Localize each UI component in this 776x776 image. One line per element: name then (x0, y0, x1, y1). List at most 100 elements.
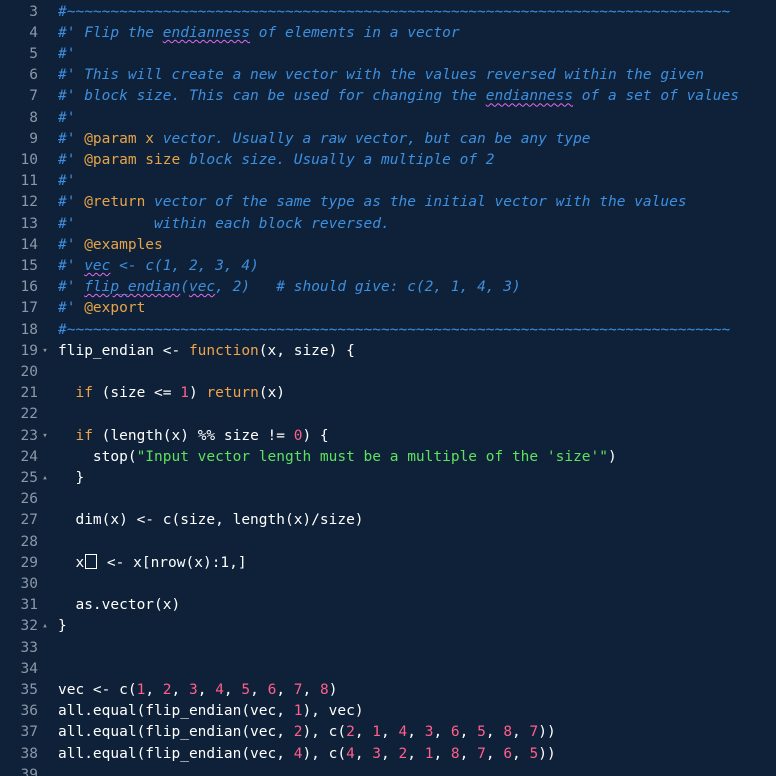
code-text[interactable]: #' @export (58, 298, 145, 319)
code-text[interactable]: as.vector(x) (58, 595, 180, 616)
code-line-28[interactable]: 28 (0, 532, 776, 553)
code-text[interactable]: flip_endian <- function(x, size) { (58, 341, 355, 362)
code-text[interactable]: all.equal(flip_endian(vec, 1), vec) (58, 701, 364, 722)
fold-toggle-icon[interactable]: ▴ (38, 616, 52, 637)
code-line-32[interactable]: 32 ▴} (0, 616, 776, 637)
code-line-3[interactable]: 3 #~~~~~~~~~~~~~~~~~~~~~~~~~~~~~~~~~~~~~~… (0, 2, 776, 23)
number-literal: 1 (180, 385, 189, 402)
code-text[interactable]: vec <- c(1, 2, 3, 4, 5, 6, 7, 8) (58, 680, 337, 701)
punctuation: , (433, 745, 451, 762)
code-line-38[interactable]: 3 8 all.equal(flip_endian(vec, 4), c(4, 3,… (0, 744, 776, 765)
comment-misspelled-word: endianness (162, 24, 251, 41)
code-text[interactable]: if (length(x) %% size != 0) { (58, 426, 328, 447)
punctuation: , (381, 745, 399, 762)
code-line-27[interactable]: 27 dim(x) <- c(size, length(x)/size) (0, 510, 776, 531)
punctuation: , (381, 724, 399, 741)
code-text[interactable]: #' within each block reversed. (58, 214, 390, 235)
code-line-5[interactable]: 5 #' (0, 44, 776, 65)
line-number: 23 (20, 427, 38, 444)
number-literal: 7 (529, 724, 539, 741)
code-text[interactable]: } (58, 616, 67, 637)
comment: #' (58, 258, 85, 274)
code-line-30[interactable]: 30 (0, 574, 776, 595)
code-text[interactable]: dim(x) <- c(size, length(x)/size) (58, 510, 363, 531)
code-line-33[interactable]: 33 (0, 638, 776, 659)
number-literal: 4 (215, 682, 224, 698)
code-line-36[interactable]: 36 all.equal(flip_endian(vec, 1), vec) (0, 701, 776, 722)
comment: #' (58, 46, 76, 62)
code-text[interactable]: #' (58, 171, 75, 192)
code-text[interactable]: #~~~~~~~~~~~~~~~~~~~~~~~~~~~~~~~~~~~~~~~… (58, 2, 730, 23)
punctuation: ) (328, 682, 338, 698)
code-text[interactable]: #' (58, 44, 75, 65)
code-line-29[interactable]: 29 x <- x[nrow(x):1,] (0, 553, 776, 574)
code-line-26[interactable]: 26 (0, 489, 776, 510)
code-line-4[interactable]: 4 #' Flip the endianness of elements in a… (0, 23, 776, 44)
code-line-22[interactable]: 22 (0, 404, 776, 425)
code-text[interactable]: #' block size. This can be used for chan… (58, 86, 739, 107)
code-line-35[interactable]: 35 vec <- c(1, 2, 3, 4, 5, 6, 7, 8) (0, 680, 776, 701)
comment: block size. Usually a multiple of 2 (180, 152, 495, 168)
code-text[interactable]: #' Flip the endianness of elements in a … (58, 23, 460, 44)
code-line-24[interactable]: 24 stop("Input vector length must be a m… (0, 447, 776, 468)
code-text[interactable]: #' This will create a new vector with th… (58, 65, 704, 86)
code-line-6[interactable]: 6 #' This will create a new vector with t… (0, 65, 776, 86)
code-line-15[interactable]: 15 #' vec <- c(1, 2, 3, 4) (0, 256, 776, 277)
code-text[interactable]: #~~~~~~~~~~~~~~~~~~~~~~~~~~~~~~~~~~~~~~~… (58, 320, 730, 341)
fold-toggle-icon[interactable]: ▾ (38, 426, 52, 447)
code-token: ), vec) (302, 703, 364, 720)
code-line-16[interactable]: 16 #' flip_endian(vec, 2) # should give: … (0, 277, 776, 298)
code-text[interactable]: #' @return vector of the same type as th… (58, 192, 687, 213)
code-line-25[interactable]: 25 ▴ } (0, 468, 776, 489)
code-token: vec <- c( (58, 682, 137, 698)
code-line-13[interactable]: 13 #' within each block reversed. (0, 214, 776, 235)
code-text[interactable]: } (58, 468, 84, 489)
punctuation: ) (538, 724, 547, 741)
code-text[interactable]: #' @param x vector. Usually a raw vector… (58, 129, 591, 150)
code-line-17[interactable]: 17 #' @export (0, 298, 776, 319)
code-line-31[interactable]: 31 as.vector(x) (0, 595, 776, 616)
code-line-18[interactable]: 18 #~~~~~~~~~~~~~~~~~~~~~~~~~~~~~~~~~~~~~… (0, 320, 776, 341)
code-text[interactable]: all.equal(flip_endian(vec, 2), c(2, 1, 4… (58, 722, 556, 743)
roxygen-tag: @param size (84, 152, 181, 168)
code-text[interactable]: #' (58, 108, 75, 129)
code-text[interactable]: x <- x[nrow(x):1,] (58, 553, 247, 574)
code-text[interactable]: stop("Input vector length must be a mult… (58, 447, 617, 468)
comment-divider: #~~~~~~~~~~~~~~~~~~~~~~~~~~~~~~~~~~~~~~~… (58, 321, 731, 338)
punctuation: , (407, 745, 425, 762)
code-line-14[interactable]: 14 #' @examples (0, 235, 776, 256)
line-number: 37 (20, 724, 38, 741)
code-line-9[interactable]: 9 #' @param x vector. Usually a raw vecto… (0, 129, 776, 150)
code-line-23[interactable]: 23 ▾ if (length(x) %% size != 0) { (0, 426, 776, 447)
number-literal: 3 (372, 745, 382, 762)
code-text[interactable]: if (size <= 1) return(x) (58, 383, 285, 404)
fold-toggle-icon[interactable]: ▾ (38, 341, 52, 362)
number-literal: 3 (188, 682, 198, 698)
code-line-39[interactable]: 39 (0, 765, 776, 776)
number-literal: 8 (450, 745, 460, 762)
code-line-21[interactable]: 21 if (size <= 1) return(x) (0, 383, 776, 404)
punctuation: , (354, 724, 373, 741)
code-line-12[interactable]: 12 #' @return vector of the same type as … (0, 192, 776, 213)
code-line-34[interactable]: 34 (0, 659, 776, 680)
code-line-19[interactable]: 19 ▾ flip_endian <- function(x, size) { (0, 341, 776, 362)
code-text[interactable]: all.equal(flip_endian(vec, 4), c(4, 3, 2… (58, 744, 556, 765)
code-line-10[interactable]: 10 #' @param size block size. Usually a m… (0, 150, 776, 171)
code-line-20[interactable]: 20 (0, 362, 776, 383)
code-line-7[interactable]: 7 #' block size. This can be used for cha… (0, 86, 776, 107)
code-text[interactable]: #' @param size block size. Usually a mul… (58, 150, 495, 171)
comment: #' (58, 300, 85, 317)
punctuation: , (485, 745, 504, 762)
line-number: 30 (20, 576, 38, 592)
fold-toggle-icon[interactable]: ▴ (38, 468, 52, 489)
line-number: 12 (20, 194, 38, 211)
code-editor[interactable]: 3 #~~~~~~~~~~~~~~~~~~~~~~~~~~~~~~~~~~~~~~… (0, 0, 776, 776)
number-literal: 1 (136, 682, 146, 698)
code-text[interactable]: #' @examples (58, 235, 163, 256)
code-line-8[interactable]: 8 #' (0, 108, 776, 129)
number-literal: 8 (320, 682, 329, 698)
code-text[interactable]: #' flip_endian(vec, 2) # should give: c(… (58, 277, 521, 298)
code-line-37[interactable]: 37 all.equal(flip_endian(vec, 2), c(2, 1,… (0, 722, 776, 743)
code-text[interactable]: #' vec <- c(1, 2, 3, 4) (58, 256, 259, 277)
code-line-11[interactable]: 11 #' (0, 171, 776, 192)
